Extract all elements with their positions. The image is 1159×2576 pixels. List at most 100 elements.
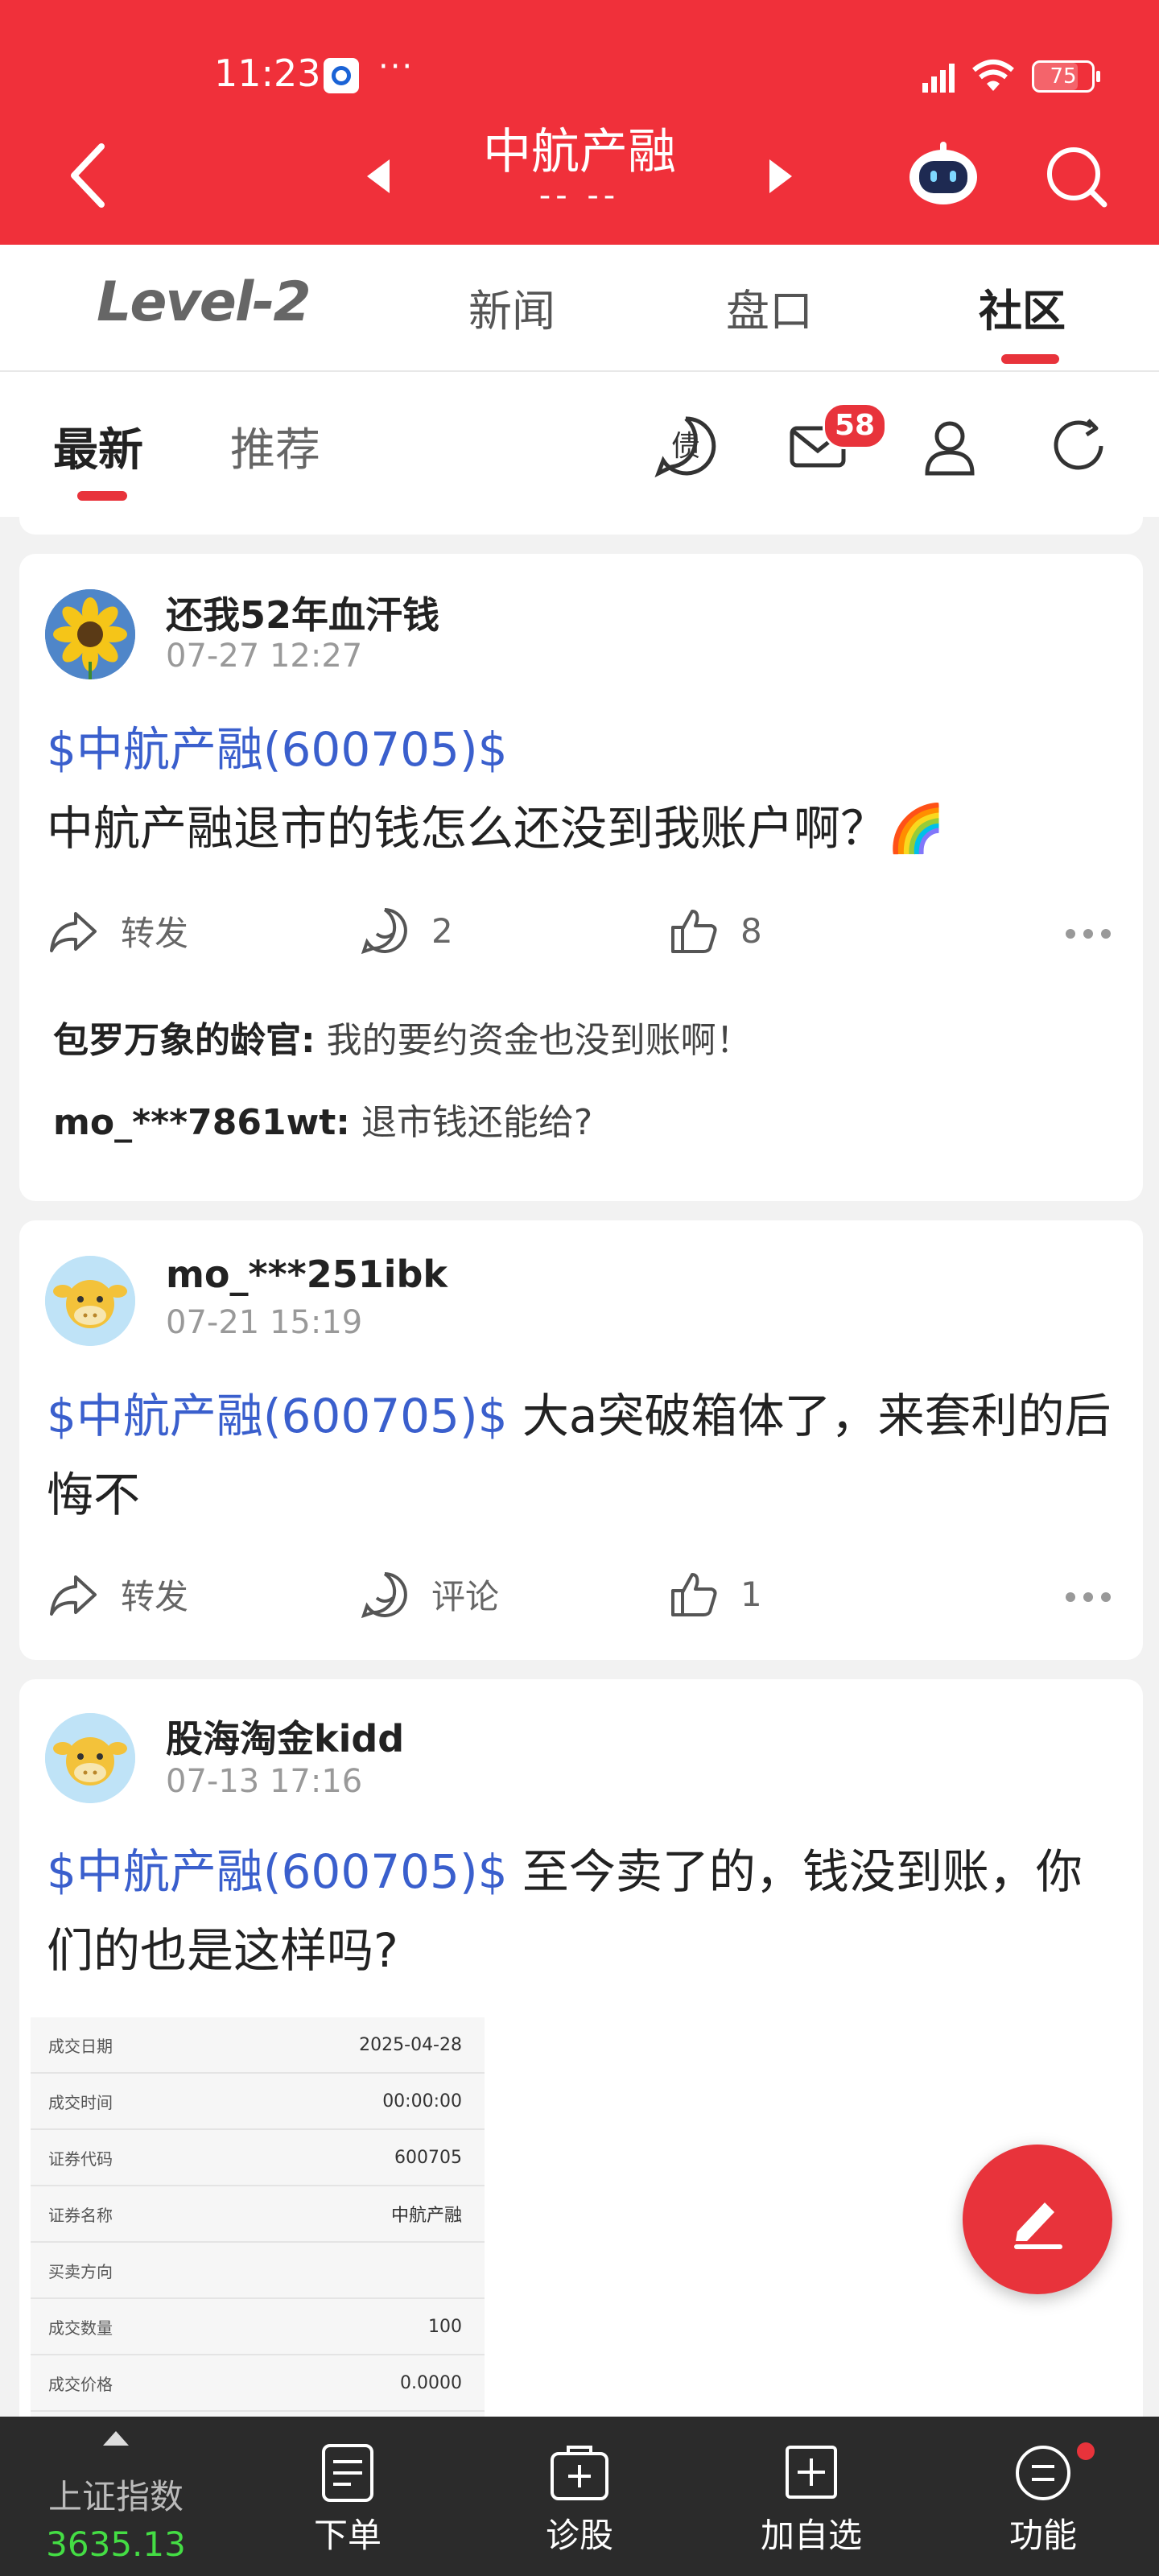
tab-order-book[interactable]: 盘口 — [726, 275, 813, 339]
tab-community[interactable]: 社区 — [979, 275, 1066, 339]
bond-icon[interactable]: 债 — [654, 414, 718, 478]
cow-avatar-icon — [45, 1713, 135, 1803]
subtab-latest[interactable]: 最新 — [53, 414, 143, 479]
more-options-icon[interactable] — [1066, 929, 1111, 939]
stock-price-placeholder: -- -- — [538, 177, 621, 214]
receipt-key: 买卖方向 — [48, 2261, 113, 2281]
like-count: 1 — [740, 1574, 762, 1614]
reply-user[interactable]: mo_***7861wt: — [53, 1102, 350, 1143]
comment-label: 评论 — [431, 1577, 500, 1616]
reply-text: 我的要约资金也没到账啊！ — [326, 1020, 752, 1061]
share-label: 转发 — [121, 1577, 189, 1616]
trade-receipt-image[interactable]: 成交日期 2025-04-28 成交时间 00:00:00 证券代码 600705 证… — [31, 2017, 485, 2420]
post-content: $中航产融(600705)$ 至今卖了的，钱没到账，你们的也是这样吗? — [47, 1832, 1125, 1990]
avatar[interactable] — [45, 1713, 135, 1803]
next-stock-icon[interactable] — [766, 158, 795, 195]
avatar[interactable] — [45, 589, 135, 679]
like-button[interactable]: 8 — [670, 906, 762, 955]
nav-functions[interactable]: 功能 — [927, 2417, 1159, 2576]
receipt-row: 证券名称 中航产融 — [31, 2186, 485, 2243]
expand-up-icon — [103, 2431, 129, 2446]
receipt-value: 中航产融 — [390, 2206, 462, 2226]
more-options-icon[interactable] — [1066, 1592, 1111, 1602]
post-time: 07-21 15:19 — [166, 1304, 363, 1341]
nav-diagnose[interactable]: 诊股 — [464, 2417, 695, 2576]
receipt-row: 成交时间 00:00:00 — [31, 2074, 485, 2130]
like-count: 8 — [740, 910, 762, 951]
post-time: 07-13 17:16 — [166, 1763, 363, 1800]
previous-card-edge — [19, 502, 1143, 535]
refresh-icon[interactable] — [1048, 414, 1112, 478]
order-icon — [322, 2444, 373, 2502]
thumbs-up-icon — [671, 910, 717, 953]
edit-pen-icon — [1014, 2202, 1062, 2249]
share-button[interactable]: 转发 — [48, 906, 188, 956]
post-body: 中航产融退市的钱怎么还没到我账户啊？🌈 — [47, 801, 946, 856]
receipt-value: 600705 — [394, 2147, 462, 2168]
post-username[interactable]: mo_***251ibk — [166, 1253, 448, 1296]
receipt-row: 买卖方向 — [31, 2243, 485, 2299]
post-card[interactable]: mo_***251ibk 07-21 15:19 $中航产融(600705)$ … — [19, 1220, 1143, 1660]
comment-button[interactable]: 2 — [361, 906, 453, 955]
message-count-badge: 58 — [823, 402, 888, 449]
receipt-key: 成交数量 — [48, 2318, 113, 2338]
receipt-key: 证券名称 — [48, 2205, 113, 2225]
comment-count: 2 — [431, 910, 453, 951]
subtab-recommended[interactable]: 推荐 — [230, 414, 320, 479]
post-card[interactable]: 还我52年血汗钱 07-27 12:27 $中航产融(600705)$ 中航产融… — [19, 554, 1143, 1201]
tab-level2[interactable]: Level-2 — [97, 270, 311, 334]
diagnose-icon — [551, 2446, 608, 2500]
cow-avatar-icon — [45, 1256, 135, 1346]
receipt-key: 证券代码 — [48, 2149, 113, 2169]
share-button[interactable]: 转发 — [48, 1570, 188, 1619]
stock-link[interactable]: $中航产融(600705)$ — [47, 722, 507, 777]
stock-link[interactable]: $中航产融(600705)$ — [47, 1389, 507, 1443]
nav-diagnose-label: 诊股 — [545, 2516, 613, 2555]
nav-order[interactable]: 下单 — [232, 2417, 464, 2576]
index-value: 3635.13 — [46, 2524, 186, 2564]
comment-icon — [361, 1571, 407, 1618]
notification-dot — [1077, 2442, 1095, 2460]
bottom-navigation: 上证指数 3635.13 下单 诊股 加自选 功能 — [0, 2417, 1159, 2576]
main-tabs: Level-2 新闻 盘口 社区 — [0, 245, 1159, 372]
active-tab-indicator — [1001, 354, 1059, 364]
reply-user[interactable]: 包罗万象的龄官: — [53, 1020, 316, 1061]
status-more-dots: ··· — [378, 48, 415, 85]
tab-news[interactable]: 新闻 — [468, 275, 555, 339]
nav-add-watchlist[interactable]: 加自选 — [695, 2417, 927, 2576]
compose-post-button[interactable] — [963, 2145, 1112, 2294]
post-username[interactable]: 股海淘金kidd — [166, 1710, 404, 1763]
reply-item[interactable]: 包罗万象的龄官: 我的要约资金也没到账啊！ — [53, 1011, 752, 1063]
receipt-row: 成交数量 100 — [31, 2299, 485, 2355]
index-ticker[interactable]: 上证指数 3635.13 — [0, 2417, 232, 2576]
like-button[interactable]: 1 — [670, 1570, 762, 1618]
receipt-value: 0.0000 — [400, 2372, 462, 2393]
post-username[interactable]: 还我52年血汗钱 — [166, 586, 439, 639]
receipt-row: 成交日期 2025-04-28 — [31, 2017, 485, 2074]
post-content: $中航产融(600705)$ 中航产融退市的钱怎么还没到我账户啊？🌈 — [47, 710, 1125, 868]
nav-order-label: 下单 — [313, 2516, 382, 2555]
page-title: 中航产融 — [483, 124, 676, 180]
receipt-key: 成交时间 — [48, 2092, 113, 2112]
reply-item[interactable]: mo_***7861wt: 退市钱还能给? — [53, 1093, 592, 1145]
post-time: 07-27 12:27 — [166, 638, 363, 675]
receipt-value: 00:00:00 — [382, 2091, 462, 2112]
avatar[interactable] — [45, 1256, 135, 1346]
stock-link[interactable]: $中航产融(600705)$ — [47, 1844, 507, 1899]
add-watchlist-icon — [786, 2446, 837, 2499]
receipt-row: 成交价格 0.0000 — [31, 2355, 485, 2412]
post-content: $中航产融(600705)$ 大a突破箱体了，来套利的后悔不 — [47, 1377, 1125, 1534]
profile-icon[interactable] — [918, 414, 982, 478]
search-icon[interactable] — [1045, 145, 1109, 209]
receipt-key: 成交日期 — [48, 2036, 113, 2056]
index-name: 上证指数 — [47, 2477, 184, 2516]
status-time: 11:23 — [214, 52, 321, 95]
comment-icon — [361, 908, 407, 955]
battery-icon: 75 — [1032, 60, 1100, 93]
receipt-value: 100 — [428, 2316, 462, 2337]
share-icon — [50, 1575, 97, 1616]
thumbs-up-icon — [671, 1573, 717, 1616]
comment-button[interactable]: 评论 — [361, 1570, 499, 1619]
share-icon — [50, 911, 97, 952]
robot-assistant-icon[interactable] — [906, 140, 980, 208]
